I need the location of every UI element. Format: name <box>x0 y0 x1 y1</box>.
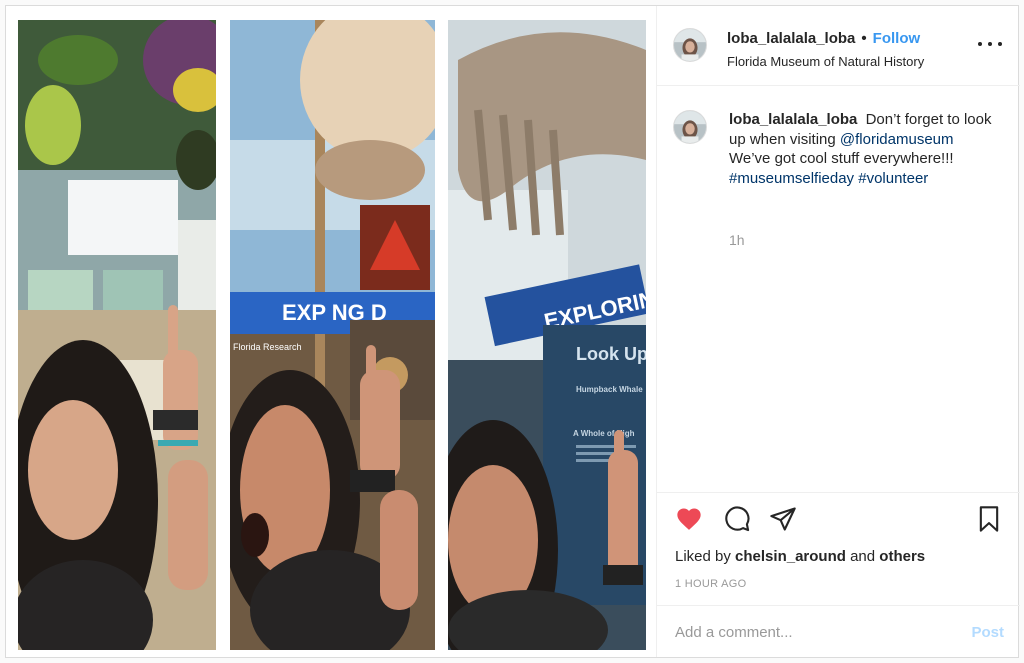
caption-time[interactable]: 1h <box>729 232 745 248</box>
comment-input[interactable] <box>675 621 945 643</box>
sign-subtitle-2: A Whole of High <box>573 429 635 438</box>
header-username[interactable]: loba_lalalala_loba <box>727 30 855 47</box>
post-timestamp[interactable]: 1 HOUR AGO <box>675 578 746 590</box>
caption-avatar[interactable] <box>673 110 707 144</box>
heart-filled-icon[interactable] <box>675 505 703 533</box>
post-header: loba_lalalala_loba • Follow Florida Museum… <box>657 6 1020 86</box>
share-icon[interactable] <box>769 505 797 533</box>
post-media[interactable]: EXP NG D Florida Research EXPLORING Look… <box>18 20 646 650</box>
header-user-line: loba_lalalala_loba • Follow <box>727 30 920 47</box>
likes-summary: Liked by chelsin_around and others <box>675 548 925 565</box>
action-icons <box>675 505 1005 535</box>
more-options-icon[interactable] <box>978 34 1002 54</box>
hashtag-link-museumselfieday[interactable]: #museumselfieday <box>729 170 854 187</box>
add-comment-bar: Post <box>657 605 1020 658</box>
hashtag-link-volunteer[interactable]: #volunteer <box>858 170 928 187</box>
liked-by-user-link[interactable]: chelsin_around <box>735 548 846 565</box>
post-frame: EXP NG D Florida Research EXPLORING Look… <box>5 5 1020 658</box>
post-sidebar: loba_lalalala_loba • Follow Florida Museum… <box>656 6 1020 657</box>
separator-dot: • <box>861 30 867 47</box>
comment-icon[interactable] <box>723 505 751 533</box>
location-link[interactable]: Florida Museum of Natural History <box>727 54 924 69</box>
photo-panel-left <box>18 20 216 650</box>
likes-others-link[interactable]: others <box>879 548 925 565</box>
sign-subtitle-1: Humpback Whale <box>576 385 643 394</box>
likes-and: and <box>850 548 876 565</box>
small-sign-text: Florida Research <box>233 342 302 352</box>
likes-prefix: Liked by <box>675 548 731 565</box>
avatar[interactable] <box>673 28 707 62</box>
mention-link[interactable]: @floridamuseum <box>840 131 954 148</box>
caption-body-2: We’ve got cool stuff everywhere!!! <box>729 150 954 167</box>
caption-comment: loba_lalalala_loba Don’t forget to look … <box>657 86 1020 486</box>
caption-text: loba_lalalala_loba Don’t forget to look … <box>729 110 999 188</box>
bookmark-icon[interactable] <box>975 505 1003 533</box>
photo-panel-middle: EXP NG D Florida Research <box>230 20 435 650</box>
post-button[interactable]: Post <box>971 624 1004 641</box>
actions-section: Liked by chelsin_around and others 1 HOU… <box>657 492 1020 657</box>
caption-username[interactable]: loba_lalalala_loba <box>729 111 857 128</box>
sign-title: Look Up <box>576 344 646 364</box>
follow-button[interactable]: Follow <box>873 30 921 47</box>
photo-panel-right: EXPLORING Look Up Humpback Whale A Whole… <box>448 20 646 650</box>
